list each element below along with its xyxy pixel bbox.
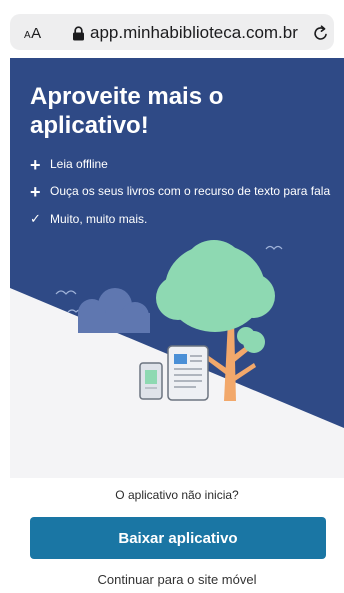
app-promo-banner: Aproveite mais o aplicativo! + Leia offli… <box>10 58 344 478</box>
cloud-icon <box>78 288 150 333</box>
lock-icon <box>73 26 84 41</box>
bird-icon <box>55 290 77 295</box>
reading-illustration <box>55 240 283 401</box>
continue-to-mobile-site-link[interactable]: Continuar para o site móvel <box>0 572 344 587</box>
page: AA app.minhabiblioteca.com.br Aproveite … <box>0 0 344 593</box>
bird-icon <box>265 245 283 250</box>
phone-icon <box>139 362 163 400</box>
tablet-icon <box>167 345 209 401</box>
download-app-button[interactable]: Baixar aplicativo <box>30 517 326 559</box>
text-size-icon[interactable]: AA <box>24 25 42 42</box>
app-not-opening-text: O aplicativo não inicia? <box>115 488 239 502</box>
url-text[interactable]: app.minhabiblioteca.com.br <box>90 23 298 43</box>
reload-icon[interactable] <box>312 25 329 42</box>
browser-url-bar: AA app.minhabiblioteca.com.br <box>0 0 344 58</box>
